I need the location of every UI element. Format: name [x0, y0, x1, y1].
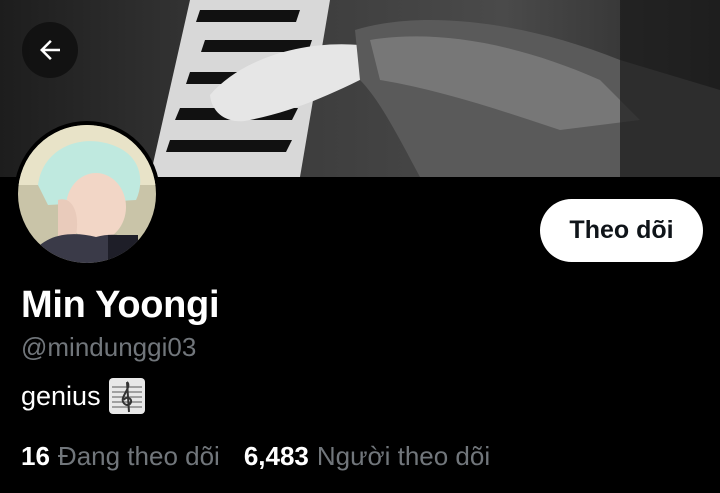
bio: genius [21, 378, 145, 414]
avatar[interactable] [18, 125, 156, 263]
avatar-ring [14, 121, 160, 267]
follow-stats: 16 Đang theo dõi 6,483 Người theo dõi [21, 441, 490, 472]
follow-button[interactable]: Theo dõi [540, 199, 703, 262]
musical-score-glyph [111, 381, 142, 413]
followers-count: 6,483 [243, 441, 309, 471]
following-stat[interactable]: 16 Đang theo dõi [21, 441, 220, 472]
following-label: Đang theo dõi [57, 441, 220, 471]
display-name: Min Yoongi [21, 284, 220, 326]
followers-label: Người theo dõi [316, 441, 491, 471]
bio-text: genius [21, 380, 101, 411]
arrow-left-icon [40, 40, 60, 60]
following-count: 16 [21, 441, 50, 471]
musical-score-icon [108, 378, 145, 414]
back-button[interactable] [22, 22, 78, 78]
username-handle: @mindunggi03 [21, 332, 197, 362]
avatar-image [18, 125, 156, 263]
followers-stat[interactable]: 6,483 Người theo dõi [244, 441, 490, 472]
